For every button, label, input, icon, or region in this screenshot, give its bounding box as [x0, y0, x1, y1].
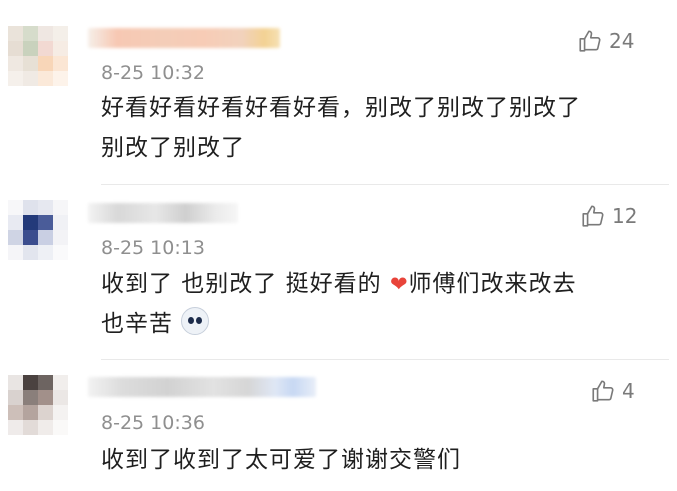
comment-item: 8-25 10:36 收到了收到了太可爱了谢谢交警们 4: [0, 0, 677, 491]
thumbs-up-icon: [592, 380, 614, 402]
comment-text: 收到了收到了太可爱了谢谢交警们: [101, 440, 641, 480]
like-button[interactable]: 4: [590, 378, 635, 404]
like-count: 4: [622, 379, 635, 403]
comment-time: 8-25 10:36: [101, 412, 205, 434]
comment-text-line: 收到了收到了太可爱了谢谢交警们: [101, 447, 461, 473]
avatar[interactable]: [8, 375, 68, 435]
username-blurred[interactable]: [88, 377, 316, 397]
